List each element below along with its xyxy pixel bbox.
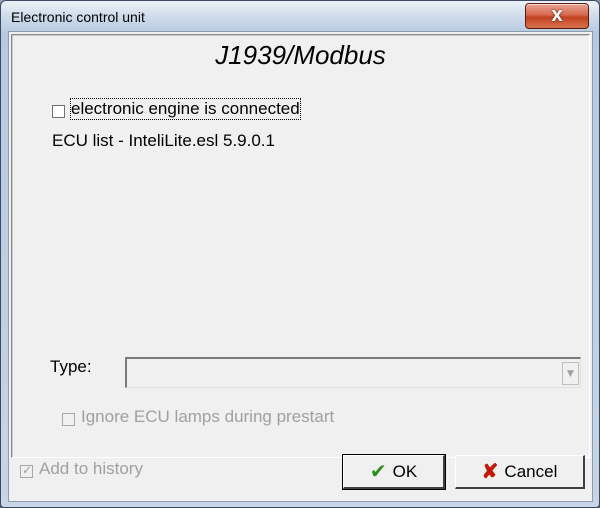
- type-select[interactable]: ▼: [125, 357, 581, 388]
- ecu-list-text: ECU list - InteliLite.esl 5.9.0.1: [52, 131, 275, 150]
- engine-connected-checkbox[interactable]: [52, 105, 65, 118]
- add-history-label[interactable]: Add to history: [39, 459, 143, 479]
- ignore-lamps-label[interactable]: Ignore ECU lamps during prestart: [81, 407, 334, 427]
- close-button[interactable]: X: [525, 3, 589, 29]
- ok-button[interactable]: ✔ OK: [342, 454, 446, 490]
- protocol-title: J1939/Modbus: [215, 40, 386, 70]
- chevron-down-icon[interactable]: ▼: [562, 362, 579, 385]
- add-history-checkbox[interactable]: ✓: [20, 463, 33, 478]
- ecu-settings-panel: J1939/Modbus electronic engine is connec…: [11, 34, 590, 458]
- checkmark-icon: ✓: [22, 463, 33, 477]
- window-title: Electronic control unit: [11, 9, 145, 25]
- close-icon: X: [551, 7, 563, 25]
- cross-icon: ✘: [481, 460, 499, 483]
- dialog-client-area: J1939/Modbus electronic engine is connec…: [8, 31, 593, 502]
- title-bar[interactable]: Electronic control unit X: [1, 1, 599, 31]
- ignore-lamps-checkbox[interactable]: [62, 413, 75, 426]
- check-icon: ✔: [369, 460, 387, 483]
- cancel-button-label: Cancel: [504, 461, 558, 481]
- dialog-window: Electronic control unit X J1939/Modbus e…: [0, 0, 600, 508]
- engine-connected-label[interactable]: electronic engine is connected: [70, 98, 301, 120]
- ok-button-label: OK: [392, 461, 418, 481]
- cancel-button[interactable]: ✘ Cancel: [455, 455, 585, 489]
- type-label: Type:: [50, 357, 92, 376]
